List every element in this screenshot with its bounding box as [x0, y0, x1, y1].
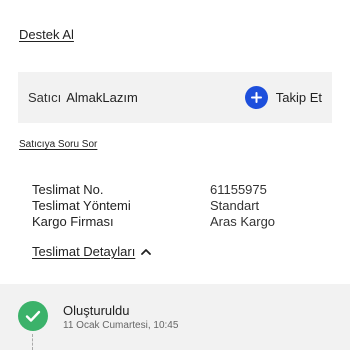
order-status-panel: Oluşturuldu 11 Ocak Cumartesi, 10:45 [0, 284, 350, 350]
timeline-connector [32, 334, 33, 350]
support-link[interactable]: Destek Al [19, 27, 74, 42]
status-date: 11 Ocak Cumartesi, 10:45 [63, 320, 179, 331]
check-icon [18, 301, 48, 331]
follow-label: Takip Et [275, 90, 322, 105]
delivery-details-toggle[interactable]: Teslimat Detayları [32, 244, 152, 259]
status-title: Oluşturuldu [63, 303, 130, 318]
ask-seller-link[interactable]: Satıcıya Soru Sor [19, 139, 97, 150]
seller-name[interactable]: AlmakLazım [66, 90, 138, 105]
seller-bar: Satıcı AlmakLazım Takip Et [18, 72, 332, 123]
shipping-value: 61155975 [210, 182, 267, 197]
shipping-label: Teslimat No. [32, 182, 104, 197]
shipping-label: Teslimat Yöntemi [32, 198, 131, 213]
delivery-details-label: Teslimat Detayları [32, 244, 136, 259]
plus-icon [244, 86, 268, 109]
chevron-up-icon [141, 248, 152, 255]
seller-prefix: Satıcı [28, 90, 62, 105]
shipping-value: Standart [210, 198, 260, 213]
follow-button[interactable]: Takip Et [244, 86, 322, 109]
shipping-value: Aras Kargo [210, 214, 276, 229]
shipping-label: Kargo Firması [32, 214, 114, 229]
